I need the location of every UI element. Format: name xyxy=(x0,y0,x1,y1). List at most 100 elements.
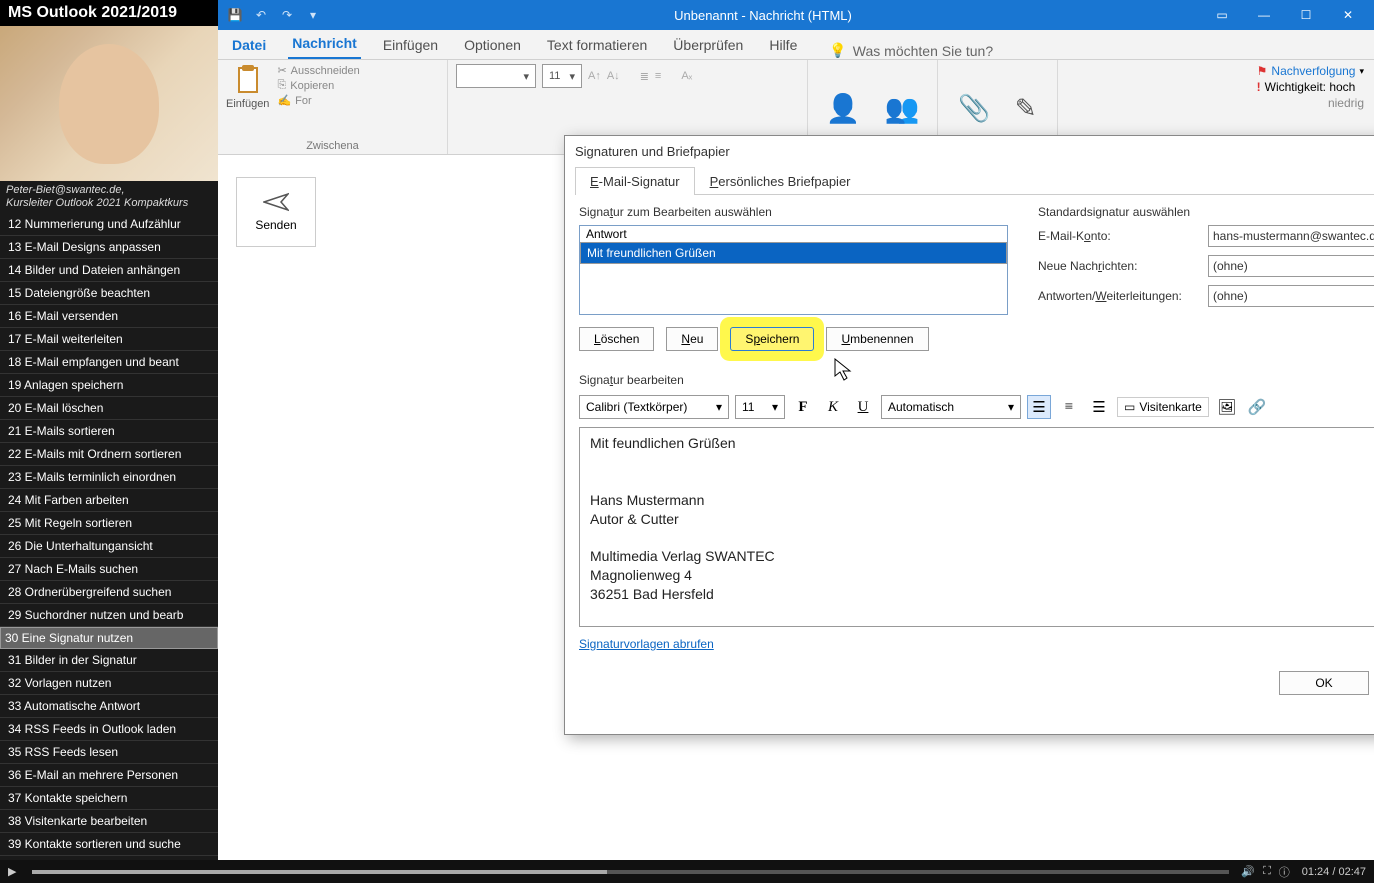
align-right-button[interactable]: ☰ xyxy=(1087,395,1111,419)
signatures-list[interactable]: AntwortMit freundlichen Grüßen xyxy=(579,225,1008,315)
insert-image-button[interactable]: 🖼 xyxy=(1215,395,1239,419)
tell-me[interactable]: 💡 Was möchten Sie tun? xyxy=(829,42,993,59)
clear-format-icon[interactable]: Aₓ xyxy=(681,70,692,82)
underline-button[interactable]: U xyxy=(851,395,875,419)
send-button[interactable]: Senden xyxy=(236,177,316,247)
close-icon[interactable]: ✕ xyxy=(1328,1,1368,29)
qat-more-icon[interactable]: ▾ xyxy=(302,4,324,26)
chapter-item[interactable]: 19 Anlagen speichern xyxy=(0,374,218,397)
bullets-icon[interactable]: ≣ xyxy=(640,70,649,83)
fullscreen-icon[interactable]: ⛶ xyxy=(1259,865,1275,878)
chapter-item[interactable]: 21 E-Mails sortieren xyxy=(0,420,218,443)
tab-format[interactable]: Text formatieren xyxy=(543,31,651,59)
business-card-button[interactable]: ▭Visitenkarte xyxy=(1117,397,1209,417)
chapter-item[interactable]: 24 Mit Farben arbeiten xyxy=(0,489,218,512)
chapter-item[interactable]: 20 E-Mail löschen xyxy=(0,397,218,420)
decrease-font-icon[interactable]: A↓ xyxy=(607,70,620,82)
chapter-item[interactable]: 30 Eine Signatur nutzen xyxy=(0,627,218,649)
format-painter-button[interactable]: ✍For xyxy=(277,94,359,107)
cut-button[interactable]: ✂Ausschneiden xyxy=(277,64,359,77)
chapter-item[interactable]: 13 E-Mail Designs anpassen xyxy=(0,236,218,259)
chapter-item[interactable]: 23 E-Mails terminlich einordnen xyxy=(0,466,218,489)
chapter-item[interactable]: 31 Bilder in der Signatur xyxy=(0,649,218,672)
chapter-item[interactable]: 15 Dateiengröße beachten xyxy=(0,282,218,305)
replies-select[interactable]: (ohne)▾ xyxy=(1208,285,1374,307)
minimize-icon[interactable]: — xyxy=(1244,1,1284,29)
attach-file-icon[interactable]: 📎 xyxy=(958,93,990,124)
chapter-item[interactable]: 14 Bilder und Dateien anhängen xyxy=(0,259,218,282)
followup-button[interactable]: ⚑Nachverfolgung▾ xyxy=(1257,64,1364,78)
align-center-button[interactable]: ≡ xyxy=(1057,395,1081,419)
chapter-item[interactable]: 38 Visitenkarte bearbeiten xyxy=(0,810,218,833)
chapter-item[interactable]: 17 E-Mail weiterleiten xyxy=(0,328,218,351)
chapter-item[interactable]: 27 Nach E-Mails suchen xyxy=(0,558,218,581)
chapter-item[interactable]: 32 Vorlagen nutzen xyxy=(0,672,218,695)
chapter-item[interactable]: 29 Suchordner nutzen und bearb xyxy=(0,604,218,627)
undo-icon[interactable]: ↶ xyxy=(250,4,272,26)
volume-icon[interactable]: 🔊 xyxy=(1237,865,1259,878)
chapter-item[interactable]: 28 Ordnerübergreifend suchen xyxy=(0,581,218,604)
increase-font-icon[interactable]: A↑ xyxy=(588,70,601,82)
copy-button[interactable]: ⎘Kopieren xyxy=(277,79,359,92)
chapter-item[interactable]: 34 RSS Feeds in Outlook laden xyxy=(0,718,218,741)
settings-icon[interactable]: ⓘ xyxy=(1275,864,1294,880)
tab-review[interactable]: Überprüfen xyxy=(669,31,747,59)
chapter-item[interactable]: 35 RSS Feeds lesen xyxy=(0,741,218,764)
chapter-item[interactable]: 18 E-Mail empfangen und beant xyxy=(0,351,218,374)
play-icon[interactable]: ▶ xyxy=(0,865,24,878)
chapter-item[interactable]: 25 Mit Regeln sortieren xyxy=(0,512,218,535)
new-messages-select[interactable]: (ohne)▾ xyxy=(1208,255,1374,277)
sig-size-select[interactable]: 11▾ xyxy=(735,395,785,419)
player-track[interactable] xyxy=(32,870,1229,874)
chapter-item[interactable]: 16 E-Mail versenden xyxy=(0,305,218,328)
redo-icon[interactable]: ↷ xyxy=(276,4,298,26)
font-family-select[interactable]: ▾ xyxy=(456,64,536,88)
tab-stationery[interactable]: Persönliches Briefpapier xyxy=(695,167,866,195)
chapter-item[interactable]: 12 Nummerierung und Aufzählur xyxy=(0,213,218,236)
save-icon[interactable]: 💾 xyxy=(224,4,246,26)
signature-icon[interactable]: ✎ xyxy=(1015,93,1037,124)
tab-message[interactable]: Nachricht xyxy=(288,29,361,59)
tutorial-sidebar: MS Outlook 2021/2019 Peter-Biet@swantec.… xyxy=(0,0,218,860)
tab-options[interactable]: Optionen xyxy=(460,31,525,59)
ok-button[interactable]: OK xyxy=(1279,671,1369,695)
chapter-item[interactable]: 33 Automatische Antwort xyxy=(0,695,218,718)
tab-help[interactable]: Hilfe xyxy=(765,31,801,59)
chapter-item[interactable]: 36 E-Mail an mehrere Personen xyxy=(0,764,218,787)
signature-editor[interactable]: Mit feundlichen GrüßenHans MustermannAut… xyxy=(579,427,1374,627)
importance-high-button[interactable]: !Wichtigkeit: hoch xyxy=(1257,80,1364,94)
importance-low-button[interactable]: niedrig xyxy=(1257,96,1364,110)
chapter-item[interactable]: 22 E-Mails mit Ordnern sortieren xyxy=(0,443,218,466)
new-button[interactable]: Neu xyxy=(666,327,718,351)
check-names-icon[interactable]: 👥 xyxy=(885,92,920,125)
numbering-icon[interactable]: ≡ xyxy=(655,70,661,82)
video-player-bar[interactable]: ▶ 🔊 ⛶ ⓘ 01:24 / 02:47 xyxy=(0,860,1374,883)
paste-button[interactable]: Einfügen xyxy=(226,64,269,110)
save-button[interactable]: Speichern xyxy=(730,327,814,351)
chapter-item[interactable]: 26 Die Unterhaltungansicht xyxy=(0,535,218,558)
rename-button[interactable]: Umbenennen xyxy=(826,327,928,351)
sig-color-select[interactable]: Automatisch▾ xyxy=(881,395,1021,419)
align-left-button[interactable]: ☰ xyxy=(1027,395,1051,419)
clipboard-group-label: Zwischena xyxy=(226,140,439,152)
get-templates-link[interactable]: Signaturvorlagen abrufen xyxy=(579,637,714,651)
sig-font-select[interactable]: Calibri (Textkörper)▾ xyxy=(579,395,729,419)
maximize-icon[interactable]: ☐ xyxy=(1286,1,1326,29)
italic-button[interactable]: K xyxy=(821,395,845,419)
chapter-item[interactable]: 37 Kontakte speichern xyxy=(0,787,218,810)
tab-file[interactable]: Datei xyxy=(228,31,270,59)
signature-item[interactable]: Mit freundlichen Grüßen xyxy=(580,242,1007,264)
delete-button[interactable]: Löschen xyxy=(579,327,654,351)
insert-link-button[interactable]: 🔗 xyxy=(1245,395,1269,419)
signature-item[interactable]: Antwort xyxy=(580,226,1007,242)
bold-button[interactable]: F xyxy=(791,395,815,419)
account-label: E-Mail-Konto: xyxy=(1038,229,1198,243)
tab-email-signature[interactable]: E-Mail-Signatur xyxy=(575,167,695,195)
account-select[interactable]: hans-mustermann@swantec.de▾ xyxy=(1208,225,1374,247)
tab-insert[interactable]: Einfügen xyxy=(379,31,442,59)
chapter-item[interactable]: 39 Kontakte sortieren und suche xyxy=(0,833,218,856)
chapter-list[interactable]: 12 Nummerierung und Aufzählur13 E-Mail D… xyxy=(0,213,218,860)
font-size-select[interactable]: 11▾ xyxy=(542,64,582,88)
address-book-icon[interactable]: 👤 xyxy=(826,92,861,125)
ribbon-options-icon[interactable]: ▭ xyxy=(1202,1,1242,29)
